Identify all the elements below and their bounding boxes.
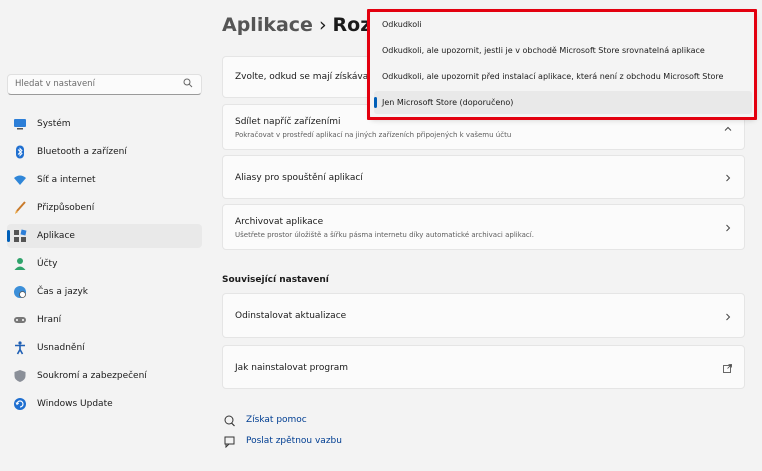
brush-icon xyxy=(15,201,26,214)
sidebar-item-system[interactable]: Systém xyxy=(7,112,202,136)
active-indicator xyxy=(7,230,10,242)
breadcrumb: Aplikace › Rozš xyxy=(222,14,383,36)
install-program-row[interactable]: Jak nainstalovat program xyxy=(222,345,745,389)
uninstall-updates-title: Odinstalovat aktualizace xyxy=(235,311,347,321)
uninstall-updates-row[interactable]: Odinstalovat aktualizace xyxy=(222,293,745,338)
archive-apps-title: Archivovat aplikace xyxy=(235,217,324,227)
sidebar-item-label: Usnadnění xyxy=(37,343,85,353)
sidebar-item-time-language[interactable]: Čas a jazyk xyxy=(7,280,202,304)
sidebar-item-bluetooth[interactable]: Bluetooth a zařízení xyxy=(7,140,202,164)
sidebar-item-label: Účty xyxy=(37,259,58,269)
accessibility-icon xyxy=(15,341,25,355)
gamepad-icon xyxy=(14,317,26,323)
archive-apps-row[interactable]: Archivovat aplikace Ušetřete prostor úlo… xyxy=(222,204,745,250)
wifi-icon xyxy=(14,175,26,185)
globe-clock-icon xyxy=(14,286,26,298)
search-icon xyxy=(183,78,193,88)
sidebar-item-windows-update[interactable]: Windows Update xyxy=(7,392,202,416)
apps-icon xyxy=(14,229,27,242)
install-program-title: Jak nainstalovat program xyxy=(235,363,349,373)
get-help-label: Získat pomoc xyxy=(246,415,307,425)
monitor-icon xyxy=(14,119,26,130)
help-chat-icon xyxy=(224,415,235,427)
highlight-frame xyxy=(367,9,757,120)
bluetooth-icon xyxy=(16,145,24,159)
share-across-devices-subtitle: Pokračovat v prostředí aplikací na jinýc… xyxy=(235,131,512,139)
chevron-up-icon[interactable] xyxy=(724,125,732,133)
sidebar-item-gaming[interactable]: Hraní xyxy=(7,308,202,332)
sidebar-item-label: Síť a internet xyxy=(37,175,96,185)
sidebar-item-privacy-security[interactable]: Soukromí a zabezpečení xyxy=(7,364,202,388)
sidebar-item-label: Přizpůsobení xyxy=(37,203,95,213)
app-execution-aliases-row[interactable]: Aliasy pro spouštění aplikací xyxy=(222,155,745,199)
sidebar-item-label: Čas a jazyk xyxy=(37,287,89,297)
sidebar-item-label: Aplikace xyxy=(37,231,75,241)
sidebar-item-accounts[interactable]: Účty xyxy=(7,252,202,276)
app-execution-aliases-title: Aliasy pro spouštění aplikací xyxy=(235,173,363,183)
sidebar-item-label: Windows Update xyxy=(37,399,113,409)
sidebar-item-label: Systém xyxy=(37,119,71,129)
chevron-right-icon xyxy=(726,174,731,182)
sidebar-item-label: Soukromí a zabezpečení xyxy=(37,371,147,381)
related-settings-heading: Související nastavení xyxy=(222,275,329,285)
search-input[interactable]: Hledat v nastavení xyxy=(7,74,202,95)
send-feedback-label: Poslat zpětnou vazbu xyxy=(246,436,342,446)
chevron-right-icon xyxy=(726,313,731,321)
feedback-icon xyxy=(224,436,235,448)
update-icon xyxy=(14,398,26,410)
share-across-devices-title: Sdílet napříč zařízeními xyxy=(235,117,341,127)
sidebar-item-personalization[interactable]: Přizpůsobení xyxy=(7,196,202,220)
search-placeholder: Hledat v nastavení xyxy=(15,79,95,89)
sidebar-item-network[interactable]: Síť a internet xyxy=(7,168,202,192)
sidebar-item-label: Bluetooth a zařízení xyxy=(37,147,127,157)
sidebar-item-accessibility[interactable]: Usnadnění xyxy=(7,336,202,360)
breadcrumb-separator: › xyxy=(318,14,327,36)
app-source-label: Zvolte, odkud se mají získávat xyxy=(235,72,372,82)
breadcrumb-parent[interactable]: Aplikace xyxy=(222,14,313,36)
external-link-icon xyxy=(723,364,732,373)
sidebar-item-label: Hraní xyxy=(37,315,62,325)
chevron-right-icon xyxy=(726,224,731,232)
archive-apps-subtitle: Ušetřete prostor úložiště a šířku pásma … xyxy=(235,231,534,239)
person-icon xyxy=(14,258,26,270)
sidebar-item-apps[interactable]: Aplikace xyxy=(7,224,202,248)
shield-icon xyxy=(14,370,26,382)
